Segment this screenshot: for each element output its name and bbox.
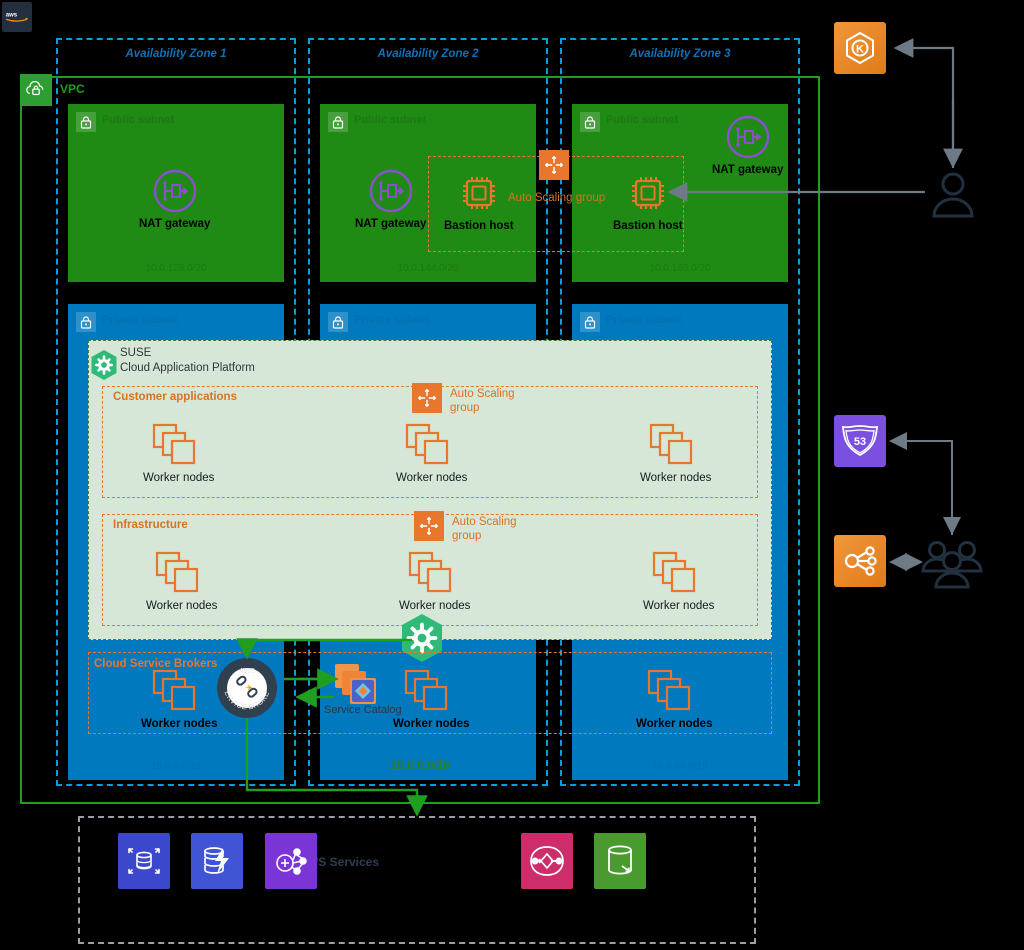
admin-user-icon: [925, 168, 981, 229]
s3-icon: [594, 833, 646, 889]
public-subnet-label: Public subnet: [102, 114, 175, 126]
sagemaker-icon: [265, 833, 317, 889]
elastic-load-balancing-icon: [834, 535, 886, 587]
bastion-host-az2: Bastion host: [444, 170, 514, 232]
bastion-host-label: Bastion host: [444, 220, 514, 232]
nat-gateway-label: NAT gateway: [139, 218, 211, 230]
nat-gateway-az3: NAT gateway: [712, 114, 783, 176]
worker-nodes-label: Worker nodes: [643, 600, 715, 612]
aws-services-title: AWS Services: [298, 855, 380, 869]
public-subnet-cidr: 10.0.144.0/20: [397, 263, 459, 274]
nat-gateway-label: NAT gateway: [712, 164, 784, 176]
vpc-cloud-lock-icon: [20, 74, 52, 106]
worker-nodes-csb-az1: Worker nodes: [141, 668, 217, 730]
customer-applications-asg-label-line1: Auto Scaling: [450, 388, 515, 400]
customer-applications-title: Customer applications: [113, 391, 237, 403]
worker-nodes-customer-az3: Worker nodes: [640, 422, 711, 484]
auto-scaling-icon: [412, 383, 442, 413]
worker-nodes-icon: [649, 423, 692, 465]
bastion-auto-scaling-group-label: Auto Scaling group: [508, 192, 606, 204]
nat-gateway-az1: NAT gateway: [139, 168, 210, 230]
svg-text:AWS: AWS: [239, 668, 255, 675]
public-subnet-label: Public subnet: [606, 114, 679, 126]
worker-nodes-customer-az1: Worker nodes: [143, 422, 214, 484]
connector-users-to-route53: [889, 432, 953, 535]
kubernetes-hexagon-icon: K: [834, 22, 886, 74]
lock-icon: [580, 312, 600, 332]
lock-icon: [580, 112, 600, 132]
suse-line1: SUSE: [120, 347, 152, 359]
lock-icon: [76, 312, 96, 332]
route53-icon: 53: [834, 415, 886, 467]
worker-nodes-icon: [652, 551, 695, 593]
worker-nodes-infra-az1: Worker nodes: [146, 550, 217, 612]
worker-nodes-label: Worker nodes: [396, 472, 468, 484]
vpc-cidr-label: 10.0.0.0/16: [389, 758, 451, 772]
vpc-label: VPC: [60, 82, 85, 96]
worker-nodes-infra-az2: Worker nodes: [399, 550, 470, 612]
aws-logo-glyph: aws: [6, 13, 29, 22]
private-subnet-label: Private subnet: [606, 314, 682, 326]
worker-nodes-label: Worker nodes: [399, 600, 471, 612]
aws-logo: aws: [2, 2, 32, 32]
worker-nodes-icon: [155, 551, 198, 593]
users-group-icon: [919, 535, 985, 596]
nat-gateway-icon: [153, 169, 196, 213]
worker-nodes-label: Worker nodes: [636, 718, 713, 730]
worker-nodes-infra-az3: Worker nodes: [643, 550, 714, 612]
route53-label: 53: [854, 436, 866, 448]
worker-nodes-label: Worker nodes: [141, 718, 218, 730]
aws-service-broker-icon: AWS SERVICE BROKER: [213, 650, 278, 724]
worker-nodes-icon: [405, 423, 448, 465]
availability-zone-3-label: Availability Zone 3: [629, 48, 731, 60]
lock-icon: [328, 312, 348, 332]
worker-nodes-label: Worker nodes: [146, 600, 218, 612]
auto-scaling-icon: [414, 511, 444, 541]
suse-gear-hexagon-icon: [90, 349, 118, 381]
svg-text:aws: aws: [6, 13, 18, 19]
worker-nodes-icon: [408, 551, 451, 593]
auto-scaling-icon: [539, 150, 569, 180]
infrastructure-asg-label-line2: group: [452, 530, 482, 542]
nat-gateway-label: NAT gateway: [355, 218, 427, 230]
worker-nodes-customer-az2: Worker nodes: [396, 422, 467, 484]
elasticache-icon: [521, 833, 573, 889]
worker-nodes-label: Worker nodes: [393, 718, 470, 730]
private-subnet-label: Private subnet: [354, 314, 430, 326]
worker-nodes-label: Worker nodes: [640, 472, 712, 484]
nat-gateway-az2: NAT gateway: [355, 168, 426, 230]
infrastructure-asg-label-line1: Auto Scaling: [452, 516, 517, 528]
bastion-host-icon: [462, 177, 495, 209]
bastion-host-icon: [631, 177, 664, 209]
public-subnet-label: Public subnet: [354, 114, 427, 126]
worker-nodes-label: Worker nodes: [143, 472, 215, 484]
worker-nodes-icon: [405, 669, 448, 711]
bastion-host-label: Bastion host: [613, 220, 683, 232]
worker-nodes-icon: [152, 423, 195, 465]
worker-nodes-csb-az2: Worker nodes: [393, 668, 469, 730]
customer-applications-asg-label-line2: group: [450, 402, 480, 414]
nat-gateway-icon: [369, 169, 412, 213]
nat-gateway-icon: [726, 115, 769, 159]
public-subnet-cidr: 10.0.160.0/20: [649, 263, 711, 274]
worker-nodes-csb-az3: Worker nodes: [636, 668, 712, 730]
availability-zone-1-label: Availability Zone 1: [125, 48, 227, 60]
rds-icon: [118, 833, 170, 889]
availability-zone-2-label: Availability Zone 2: [377, 48, 479, 60]
worker-nodes-icon: [153, 669, 196, 711]
lock-icon: [76, 112, 96, 132]
suse-line2: Cloud Application Platform: [120, 362, 255, 374]
aws-services-boundary: [78, 816, 756, 944]
lock-icon: [328, 112, 348, 132]
bastion-host-az3: Bastion host: [613, 170, 683, 232]
service-catalog-label: Service Catalog: [324, 704, 402, 716]
private-subnet-label: Private subnet: [102, 314, 178, 326]
infrastructure-title: Infrastructure: [113, 519, 188, 531]
dynamodb-icon: [191, 833, 243, 889]
svg-text:K: K: [856, 44, 864, 56]
public-subnet-cidr: 10.0.128.0/20: [145, 263, 207, 274]
worker-nodes-icon: [648, 669, 691, 711]
connector-user-to-kubectl: [893, 38, 955, 168]
